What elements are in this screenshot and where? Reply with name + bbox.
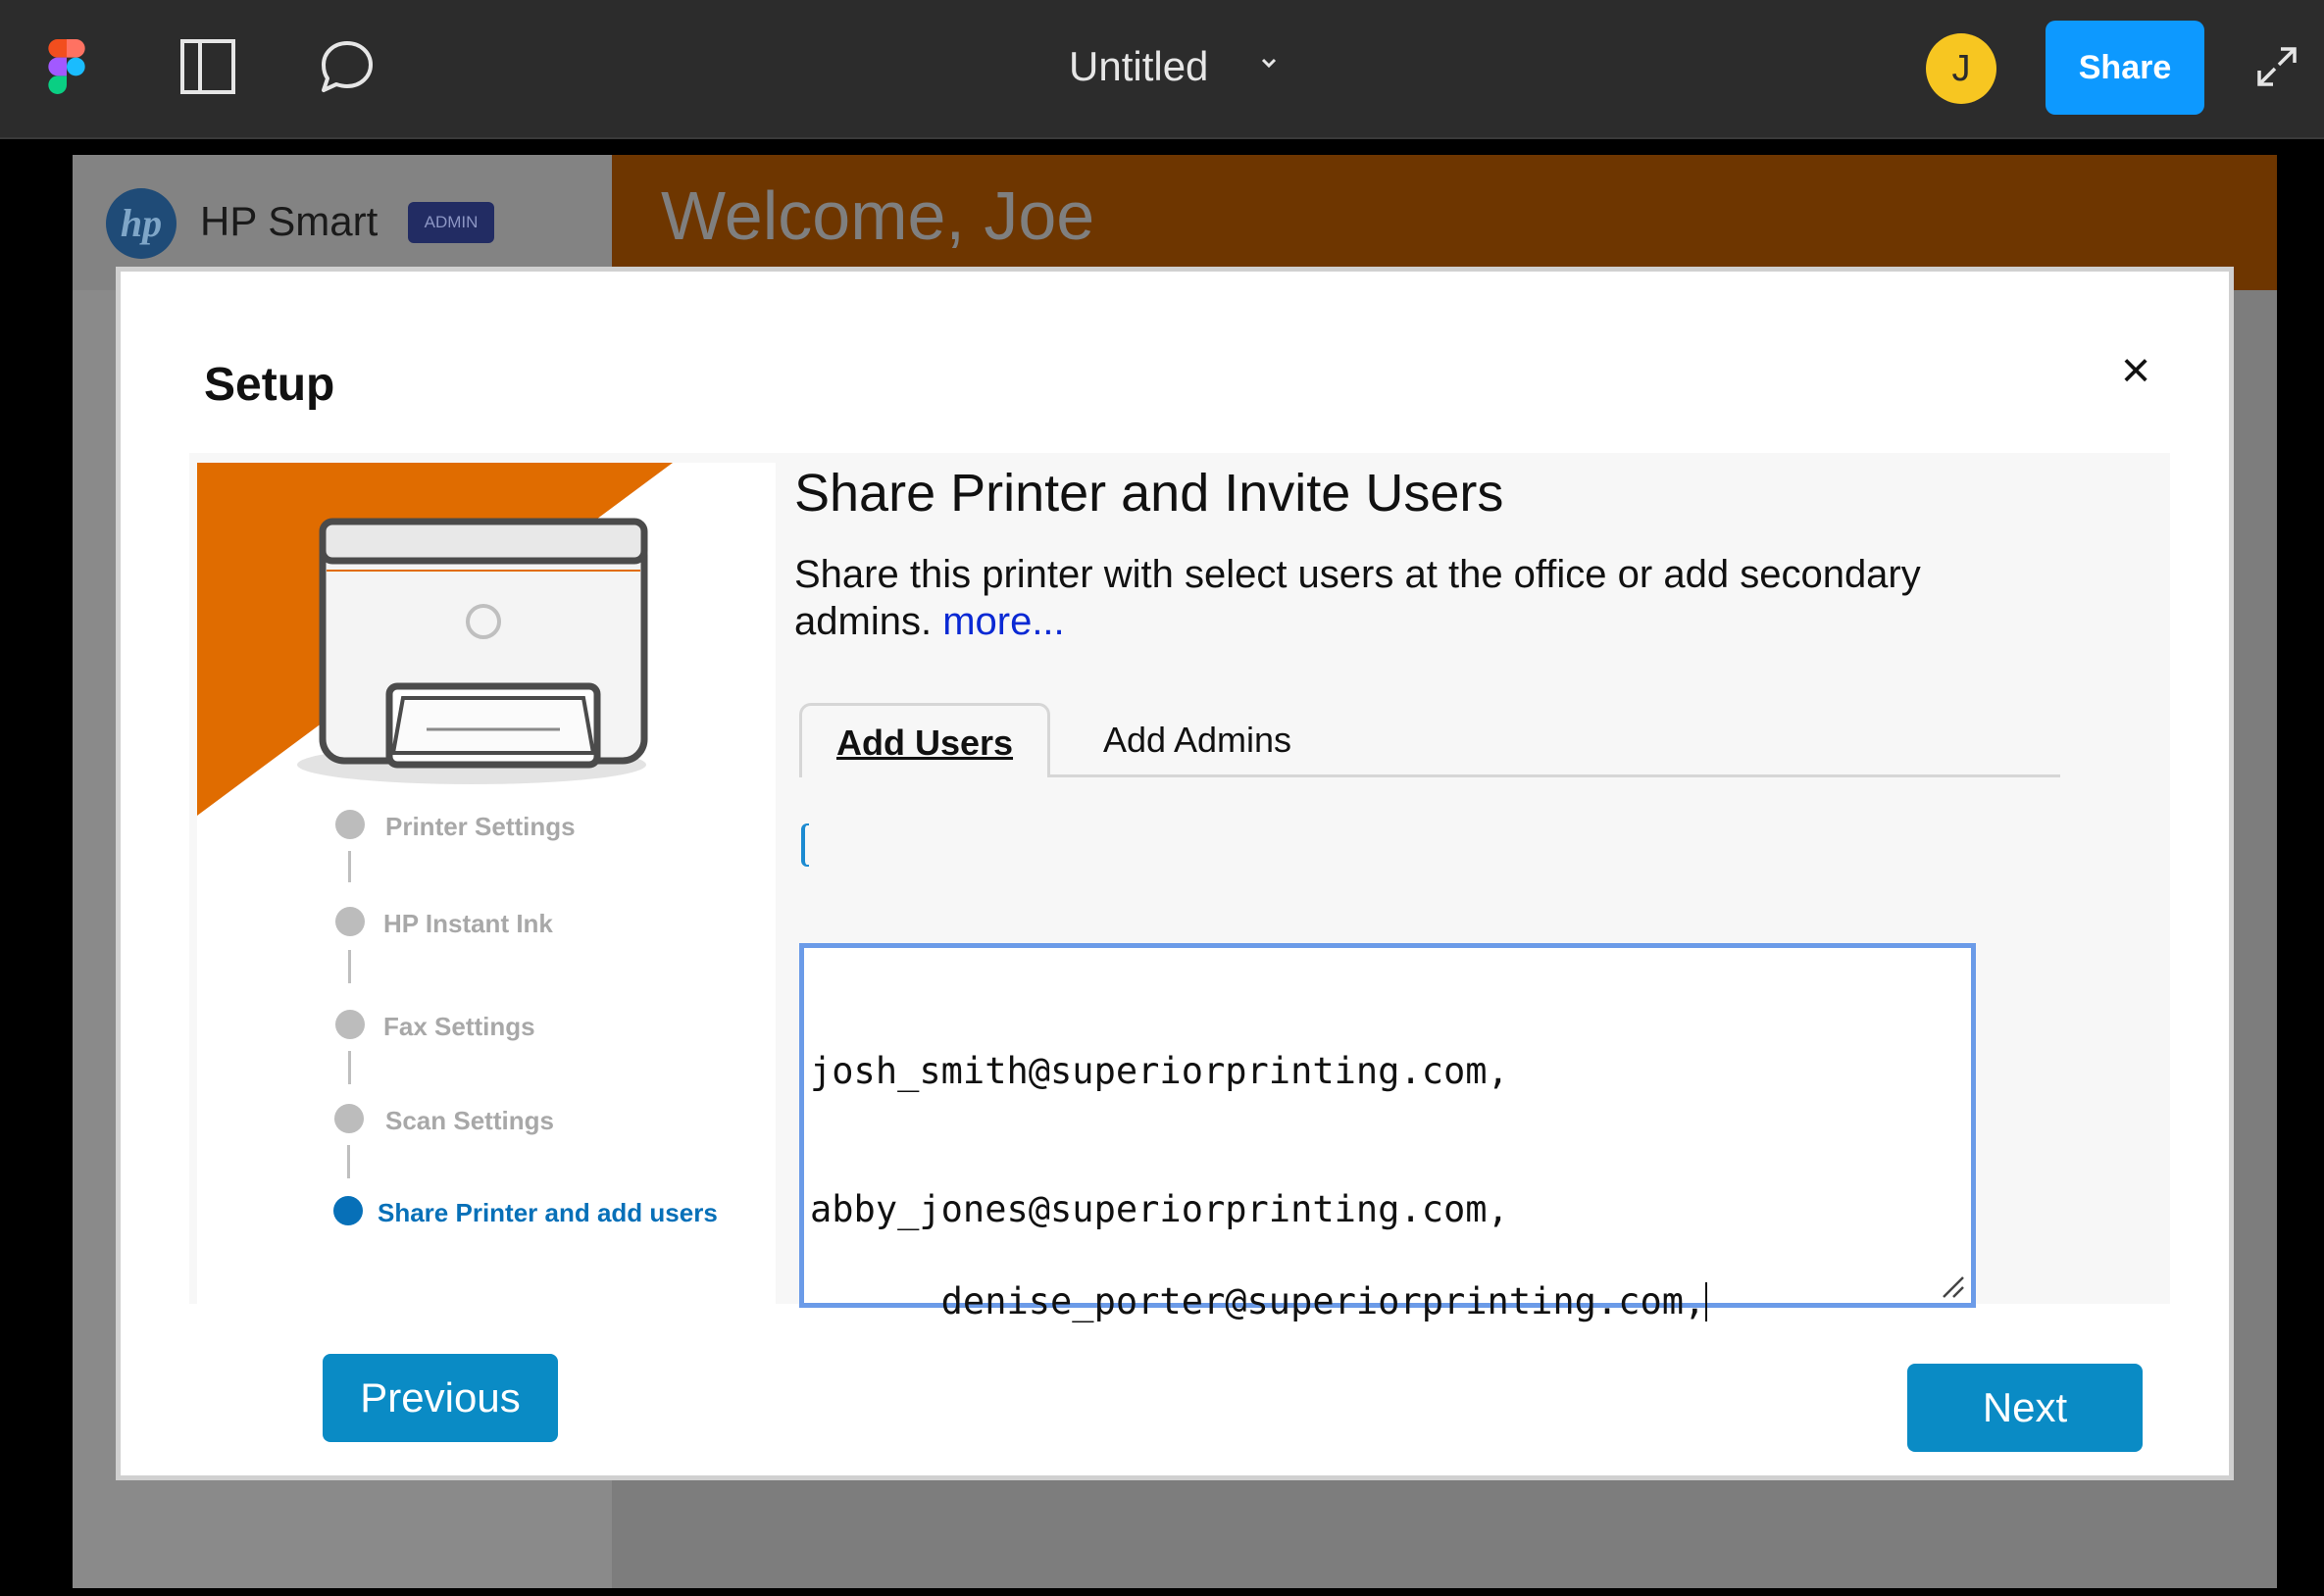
close-icon[interactable]: × — [2111, 345, 2160, 396]
share-description: Share this printer with select users at … — [794, 551, 2049, 645]
email-entry: abby_jones@superiorprinting.com, — [810, 1188, 1509, 1230]
toggle-control[interactable] — [801, 823, 809, 867]
modal-content: Printer Settings HP Instant Ink Fax Sett… — [189, 453, 2170, 1322]
figma-toolbar: Untitled J Share — [0, 0, 2324, 139]
previous-button[interactable]: Previous — [323, 1354, 558, 1442]
welcome-heading: Welcome, Joe — [661, 177, 1095, 254]
printer-illustration — [197, 463, 673, 816]
tab-add-users[interactable]: Add Users — [799, 703, 1050, 777]
step-share-printer[interactable]: Share Printer and add users — [378, 1198, 718, 1228]
tab-add-admins[interactable]: Add Admins — [1050, 703, 1344, 777]
chevron-down-icon[interactable] — [1257, 51, 1281, 75]
share-heading: Share Printer and Invite Users — [794, 464, 1504, 523]
text-caret — [1705, 1282, 1708, 1322]
expand-icon[interactable] — [2253, 43, 2300, 90]
step-connector — [348, 851, 351, 882]
step-dot — [335, 1010, 365, 1039]
step-scan-settings[interactable]: Scan Settings — [385, 1106, 554, 1136]
admin-badge: ADMIN — [408, 202, 494, 243]
setup-modal: Setup × Printer Settings HP Instant Ink — [116, 267, 2234, 1480]
email-entry: josh_smith@superiorprinting.com, — [810, 1050, 1509, 1092]
app-name: HP Smart — [200, 198, 379, 244]
step-dot-active — [333, 1196, 363, 1225]
email-entry: denise_porter@superiorprinting.com, — [940, 1280, 1706, 1322]
step-connector — [347, 1145, 350, 1178]
resize-handle-icon[interactable] — [1940, 1273, 1965, 1299]
comment-icon[interactable] — [318, 37, 377, 96]
hp-logo: hp — [106, 188, 177, 259]
figma-logo-icon[interactable] — [47, 39, 86, 94]
sidebar-panel-icon[interactable] — [178, 37, 237, 96]
step-dot — [335, 907, 365, 936]
step-printer-settings[interactable]: Printer Settings — [385, 812, 576, 842]
step-dot — [334, 1104, 364, 1133]
step-connector — [348, 950, 351, 983]
step-connector — [348, 1051, 351, 1084]
next-button[interactable]: Next — [1907, 1364, 2143, 1452]
file-title[interactable]: Untitled — [1069, 43, 1208, 90]
step-fax-settings[interactable]: Fax Settings — [383, 1012, 535, 1042]
email-input[interactable]: josh_smith@superiorprinting.com, abby_jo… — [799, 943, 1976, 1322]
more-link[interactable]: more... — [942, 600, 1064, 643]
share-button[interactable]: Share — [2046, 21, 2204, 115]
avatar[interactable]: J — [1926, 33, 1996, 104]
modal-title: Setup — [204, 359, 335, 411]
step-dot — [335, 810, 365, 839]
user-tabs: Add Users Add Admins — [799, 703, 2060, 777]
setup-steps-panel: Printer Settings HP Instant Ink Fax Sett… — [197, 463, 776, 1304]
step-hp-instant-ink[interactable]: HP Instant Ink — [383, 909, 553, 939]
